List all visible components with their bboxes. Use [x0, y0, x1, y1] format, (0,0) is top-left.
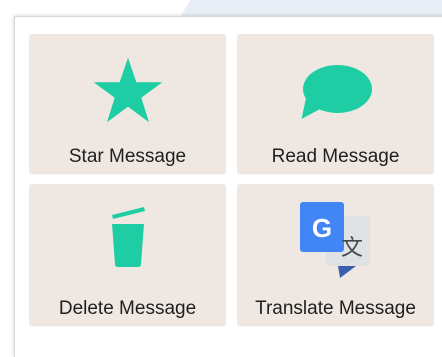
google-translate-icon: G 文 [299, 202, 370, 278]
translate-message-button[interactable]: G 文 Translate Message [237, 184, 434, 326]
read-message-label: Read Message [271, 146, 400, 167]
delete-message-label: Delete Message [58, 298, 197, 319]
translate-message-label: Translate Message [255, 298, 416, 319]
trash-icon [111, 207, 145, 267]
delete-message-button[interactable]: Delete Message [29, 184, 226, 326]
translate-wen-glyph: 文 [340, 236, 362, 261]
translate-g-letter: G [311, 213, 331, 243]
read-message-button[interactable]: Read Message [237, 34, 434, 174]
star-message-label: Star Message [68, 146, 187, 167]
star-message-button[interactable]: Star Message [29, 34, 226, 174]
star-icon [93, 57, 162, 123]
chat-bubble-icon [301, 65, 372, 119]
